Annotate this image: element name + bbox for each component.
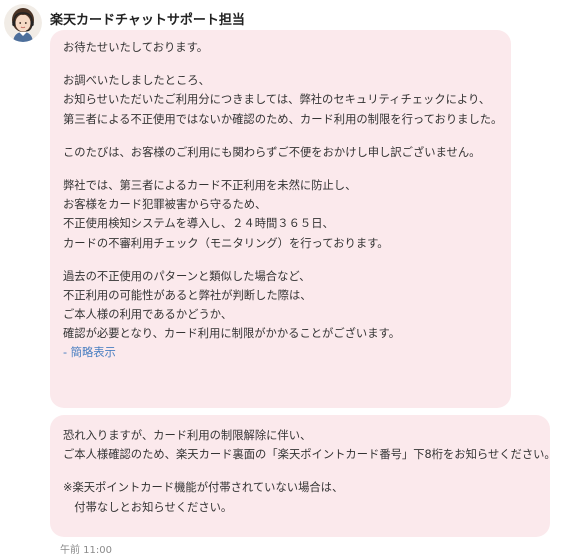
message-line: 弊社では、第三者によるカード不正利用を未然に防止し、 <box>63 178 357 192</box>
message-line: ※楽天ポイントカード機能が付帯されていない場合は、 <box>63 481 344 495</box>
message-line: 付帯なしとお知らせください。 <box>63 500 233 514</box>
message-line: お客様をカード犯罪被害から守るため、 <box>63 198 267 212</box>
message-line: お知らせいただいたご利用分につきましては、弊社のセキュリティチェックにより、 <box>63 93 491 107</box>
message-line: 確認が必要となり、カード利用に制限がかかることがございます。 <box>63 327 400 341</box>
message-line: 第三者による不正使用ではないか確認のため、カード利用の制限を行っておりました。 <box>63 112 503 126</box>
collapse-message-link[interactable]: - 簡略表示 <box>63 343 501 362</box>
message-line: カードの不審利用チェック（モニタリング）を行っております。 <box>63 236 389 250</box>
message-line: このたびは、お客様のご利用にも関わらずご不便をおかけし申し訳ございません。 <box>63 145 481 159</box>
message-timestamp: 午前 11:00 <box>60 545 112 556</box>
message-line: お調べいたしましたところ、 <box>63 74 210 88</box>
message-line: ご本人様の利用であるかどうか、 <box>63 308 233 322</box>
support-agent-avatar-icon <box>4 4 42 42</box>
agent-name: 楽天カードチャットサポート担当 <box>50 13 245 28</box>
message-line: 恐れ入りますが、カード利用の制限解除に伴い、 <box>63 429 312 442</box>
message-bubble: お待たせいたしております。 お調べいたしましたところ、 お知らせいただいたご利用… <box>50 30 511 408</box>
message-line: 不正使用検知システムを導入し、２４時間３６５日、 <box>63 217 334 231</box>
message-line: 不正利用の可能性があると弊社が判断した際は、 <box>63 288 312 302</box>
message-line: お待たせいたしております。 <box>63 41 209 54</box>
message-bubble: 恐れ入りますが、カード利用の制限解除に伴い、 ご本人様確認のため、楽天カード裏面… <box>50 415 556 537</box>
chat-transcript: 楽天カードチャットサポート担当 お待たせいたしております。 お調べいたしましたと… <box>0 0 573 558</box>
message-line: ご本人様確認のため、楽天カード裏面の「楽天ポイントカード番号」下8桁をお知らせく… <box>63 448 556 462</box>
message-line: 過去の不正使用のパターンと類似した場合など、 <box>63 269 311 283</box>
